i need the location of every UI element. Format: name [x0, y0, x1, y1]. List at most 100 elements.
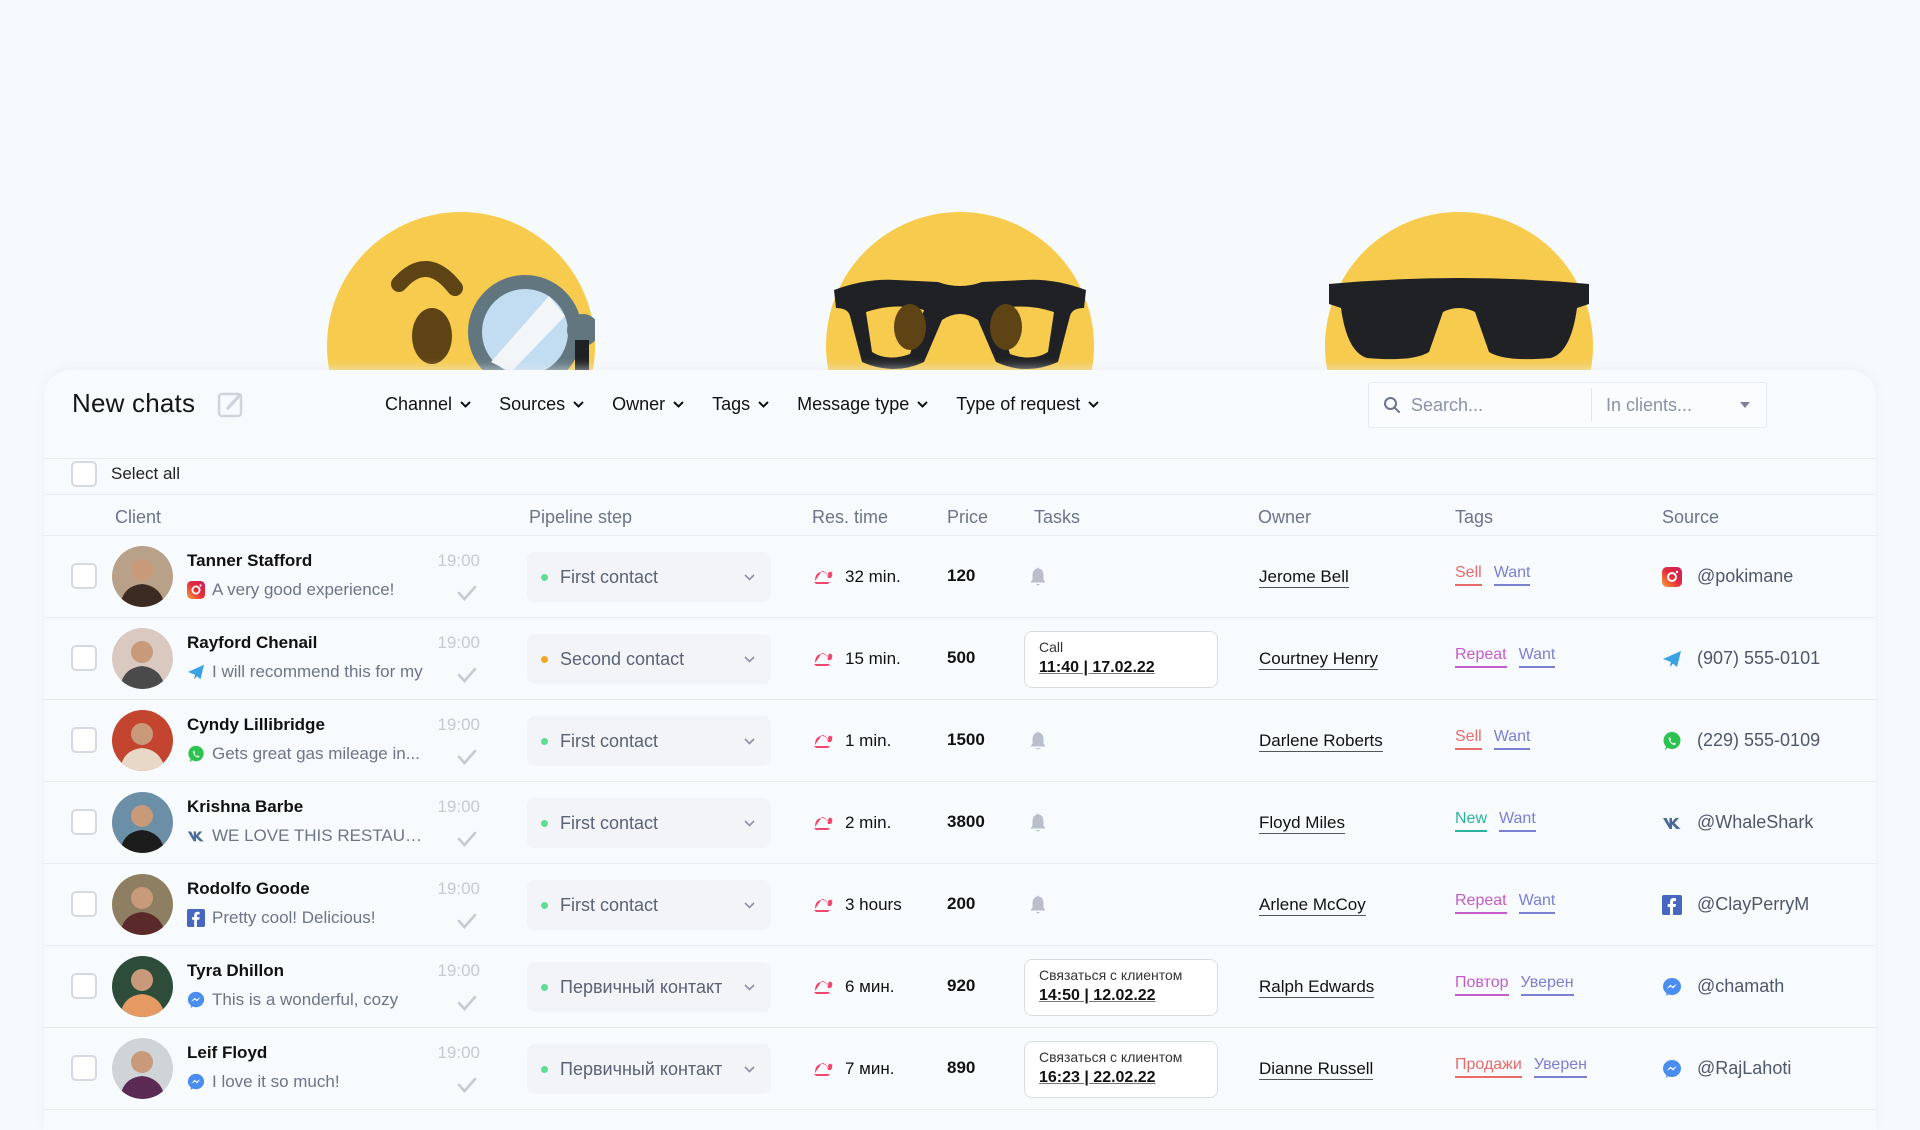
tag-want[interactable]: Want	[1494, 564, 1531, 586]
table-row[interactable]: Tanner Stafford 19:00 A very good experi…	[44, 536, 1876, 618]
owner-link[interactable]: Dianne Russell	[1259, 1059, 1373, 1080]
tag-repeat[interactable]: Повтор	[1455, 974, 1509, 996]
row-checkbox[interactable]	[71, 645, 97, 671]
table-row[interactable]: Rayford Chenail 19:00 I will recommend t…	[44, 618, 1876, 700]
task-card[interactable]: Связаться с клиентом14:50 | 12.02.22	[1024, 959, 1218, 1016]
table-row[interactable]: Rodolfo Goode 19:00 Pretty cool! Delicio…	[44, 864, 1876, 946]
source-handle[interactable]: @RajLahoti	[1697, 1058, 1791, 1079]
task-card[interactable]: Call11:40 | 17.02.22	[1024, 631, 1218, 688]
status-dot	[541, 656, 548, 663]
source-handle[interactable]: (229) 555-0109	[1697, 730, 1820, 751]
bell-icon[interactable]	[1029, 730, 1047, 751]
row-checkbox[interactable]	[71, 563, 97, 589]
chevron-down-icon	[744, 574, 755, 581]
pipeline-step-select[interactable]: First contact	[527, 798, 771, 848]
tag-sell[interactable]: Sell	[1455, 564, 1482, 586]
filter-sources[interactable]: Sources	[499, 394, 584, 415]
table-row[interactable]: Leif Floyd 19:00 I love it so much! Перв…	[44, 1028, 1876, 1110]
select-all-label: Select all	[111, 464, 180, 484]
source-handle[interactable]: @ClayPerryM	[1697, 894, 1809, 915]
avatar[interactable]	[112, 546, 173, 607]
filter-tags[interactable]: Tags	[712, 394, 769, 415]
edit-icon[interactable]	[217, 390, 245, 418]
bell-icon[interactable]	[1029, 894, 1047, 915]
select-all-checkbox[interactable]	[71, 461, 97, 487]
client-name[interactable]: Krishna Barbe	[187, 797, 303, 817]
client-name[interactable]: Rodolfo Goode	[187, 879, 310, 899]
pipeline-step-select[interactable]: First contact	[527, 552, 771, 602]
pipeline-step-select[interactable]: First contact	[527, 880, 771, 930]
avatar[interactable]	[112, 956, 173, 1017]
owner-link[interactable]: Jerome Bell	[1259, 567, 1349, 588]
task-label: Связаться с клиентом	[1039, 967, 1203, 983]
avatar[interactable]	[112, 874, 173, 935]
task-card[interactable]: Связаться с клиентом16:23 | 22.02.22	[1024, 1041, 1218, 1098]
response-time-value: 1 min.	[845, 731, 891, 751]
message-time: 19:00	[437, 715, 480, 735]
caret-down-icon[interactable]	[1740, 402, 1750, 408]
bell-icon[interactable]	[1029, 566, 1047, 587]
tag-new[interactable]: New	[1455, 810, 1487, 832]
avatar[interactable]	[112, 628, 173, 689]
owner-link[interactable]: Floyd Miles	[1259, 813, 1345, 834]
search-scope-select[interactable]: In clients...	[1606, 395, 1740, 416]
filter-message-type[interactable]: Message type	[797, 394, 928, 415]
owner-link[interactable]: Arlene McCoy	[1259, 895, 1366, 916]
tag-want[interactable]: Want	[1494, 728, 1531, 750]
tag-want[interactable]: Want	[1519, 892, 1556, 914]
table-row[interactable]: Tyra Dhillon 19:00 This is a wonderful, …	[44, 946, 1876, 1028]
column-header-tags: Tags	[1455, 507, 1493, 528]
tag-repeat[interactable]: Repeat	[1455, 892, 1507, 914]
source-handle[interactable]: (907) 555-0101	[1697, 648, 1820, 669]
avatar[interactable]	[112, 710, 173, 771]
pipeline-step-select[interactable]: First contact	[527, 716, 771, 766]
tag-sell[interactable]: Sell	[1455, 728, 1482, 750]
response-time-value: 7 мин.	[845, 1059, 894, 1079]
table-row[interactable]: Cyndy Lillibridge 19:00 Gets great gas m…	[44, 700, 1876, 782]
tag-want[interactable]: Want	[1519, 646, 1556, 668]
client-name[interactable]: Cyndy Lillibridge	[187, 715, 325, 735]
row-checkbox[interactable]	[71, 1055, 97, 1081]
row-checkbox[interactable]	[71, 809, 97, 835]
row-checkbox[interactable]	[71, 973, 97, 999]
search-input[interactable]	[1411, 395, 1571, 416]
table-row[interactable]: Krishna Barbe 19:00 WE LOVE THIS RESTAUR…	[44, 782, 1876, 864]
owner-link[interactable]: Courtney Henry	[1259, 649, 1378, 670]
tag-want[interactable]: Уверен	[1534, 1056, 1587, 1078]
source: @chamath	[1662, 976, 1784, 997]
avatar[interactable]	[112, 792, 173, 853]
tag-repeat[interactable]: Repeat	[1455, 646, 1507, 668]
client-name[interactable]: Tanner Stafford	[187, 551, 312, 571]
response-time: 3 hours	[813, 895, 902, 915]
pipeline-step-select[interactable]: Second contact	[527, 634, 771, 684]
filter-channel[interactable]: Channel	[385, 394, 471, 415]
tag-sell[interactable]: Продажи	[1455, 1056, 1522, 1078]
turtle-icon	[813, 651, 833, 667]
pipeline-step-label: First contact	[560, 813, 744, 834]
last-message: Pretty cool! Delicious!	[187, 908, 427, 928]
pipeline-step-select[interactable]: Первичный контакт	[527, 962, 771, 1012]
client-name[interactable]: Tyra Dhillon	[187, 961, 284, 981]
row-checkbox[interactable]	[71, 727, 97, 753]
filter-type-of-request[interactable]: Type of request	[956, 394, 1099, 415]
sunglasses-face-emoji-icon	[1325, 212, 1593, 372]
price: 120	[947, 566, 975, 586]
owner-link[interactable]: Ralph Edwards	[1259, 977, 1374, 998]
bell-icon[interactable]	[1029, 812, 1047, 833]
source-handle[interactable]: @WhaleShark	[1697, 812, 1813, 833]
tags: Продажи Уверен	[1455, 1056, 1587, 1078]
chevron-down-icon	[744, 1066, 755, 1073]
tag-want[interactable]: Want	[1499, 810, 1536, 832]
avatar[interactable]	[112, 1038, 173, 1099]
pipeline-step-label: First contact	[560, 731, 744, 752]
client-name[interactable]: Rayford Chenail	[187, 633, 317, 653]
filter-owner[interactable]: Owner	[612, 394, 684, 415]
tag-want[interactable]: Уверен	[1521, 974, 1574, 996]
pipeline-step-select[interactable]: Первичный контакт	[527, 1044, 771, 1094]
vk-icon	[187, 827, 205, 845]
source-handle[interactable]: @chamath	[1697, 976, 1784, 997]
client-name[interactable]: Leif Floyd	[187, 1043, 267, 1063]
owner-link[interactable]: Darlene Roberts	[1259, 731, 1383, 752]
row-checkbox[interactable]	[71, 891, 97, 917]
source-handle[interactable]: @pokimane	[1697, 566, 1793, 587]
